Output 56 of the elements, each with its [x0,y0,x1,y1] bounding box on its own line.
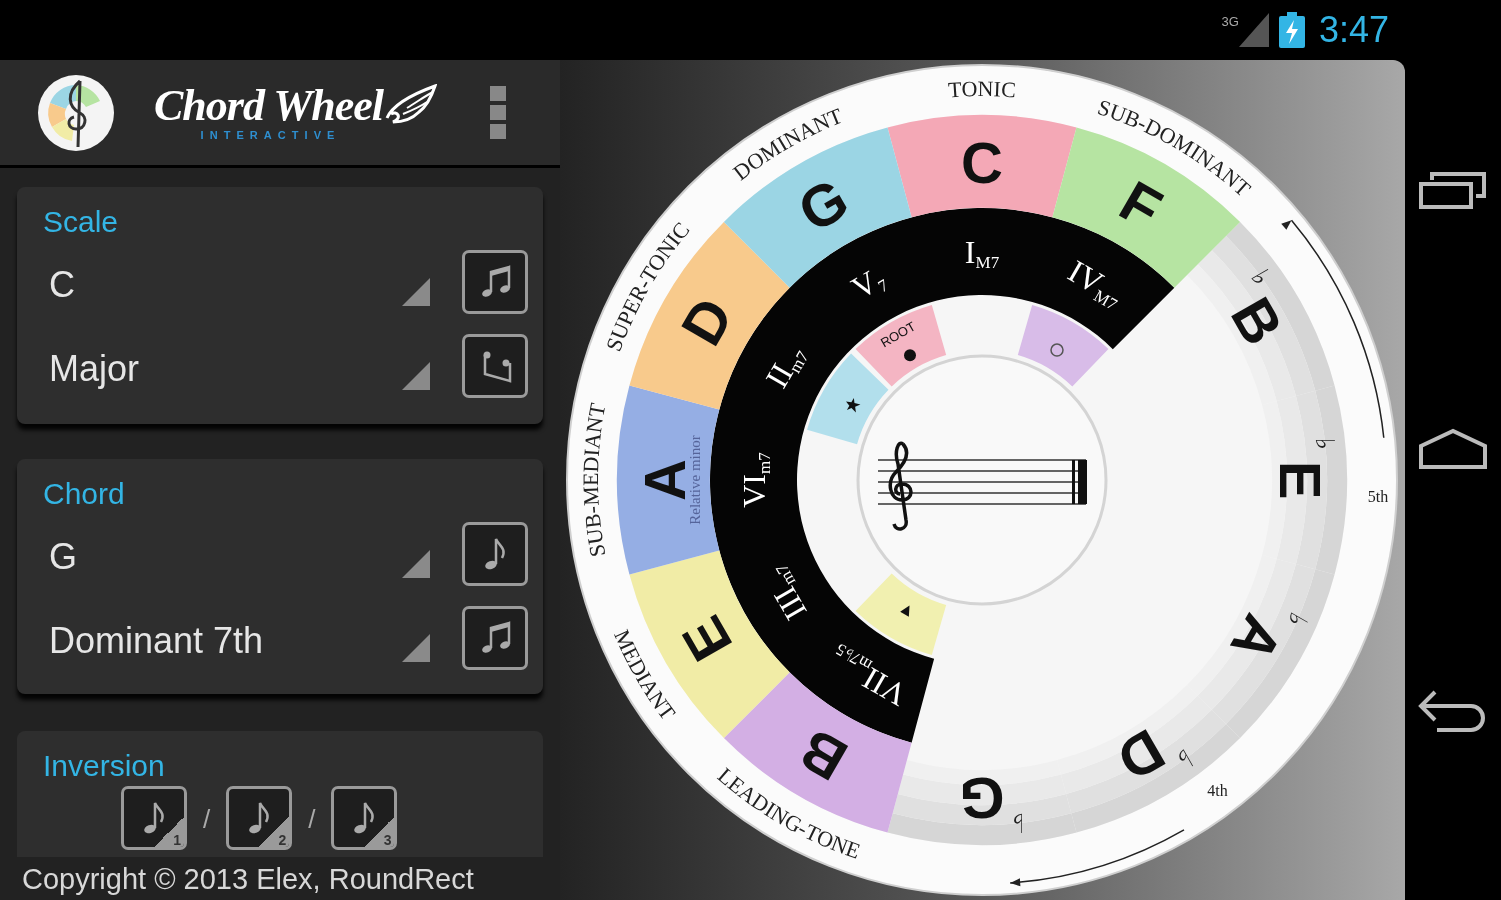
degree-label: TONIC [947,75,1017,103]
play-button[interactable] [462,334,528,398]
dropdown-corner-icon [402,278,430,306]
roman-numeral: IV M7 [1062,252,1121,314]
app-subtitle: INTERACTIVE [200,130,341,141]
dropdown[interactable]: Dominant 7th [43,606,432,670]
flat-sign: ♭ [1011,808,1025,839]
flat-sign: ♭ [1310,437,1341,451]
key-letter[interactable]: G [959,765,1005,831]
inversion-button[interactable]: 2 [226,786,293,850]
dropdown[interactable]: G [43,522,432,586]
dropdown-corner-icon [402,634,430,662]
chord-tone-cell[interactable] [807,353,889,445]
relative-minor-label: Relative minor [687,435,703,525]
home-icon[interactable] [1418,428,1488,470]
roman-numeral: III m7 [766,561,814,627]
roman-numeral: VII m7♭5 [832,639,913,714]
interval-label: 5th [1367,488,1389,505]
recent-apps-icon[interactable] [1418,170,1488,210]
dropdown-corner-icon [402,362,430,390]
network-type: 3G [1221,15,1239,28]
circle-icon [1050,343,1064,357]
separator: / [308,806,316,832]
key-letter[interactable]: E [1267,460,1333,500]
triangle-icon [900,605,910,617]
play-button[interactable] [462,606,528,670]
inversion-button[interactable]: 1 [121,786,187,850]
logo-icon[interactable] [36,72,116,153]
key-letter[interactable]: C [961,129,1003,195]
separator: / [203,806,211,832]
dropdown-corner-icon [402,550,430,578]
key-letter[interactable]: E [668,606,745,672]
key-segment[interactable] [617,385,720,575]
overflow-menu-icon[interactable] [489,85,508,140]
chord-tone-cell[interactable] [855,305,947,387]
battery-icon [1278,12,1305,48]
key-letter[interactable]: G [787,165,859,245]
dropdown[interactable]: C [43,250,432,314]
key-segment[interactable] [887,115,1077,218]
signal-icon [1238,13,1269,47]
section-title: Inversion [43,748,166,784]
dropdown[interactable]: Major [43,334,432,398]
section-title: Chord [43,476,126,512]
roman-numeral: II m7 [758,347,813,394]
inversion-button[interactable]: 3 [331,786,398,850]
clock: 3:47 [1318,12,1389,48]
play-button[interactable] [462,522,528,586]
roman-numeral: V 7 [845,263,892,307]
interval-label: 4th [1207,781,1228,799]
star-icon [846,397,861,413]
play-button[interactable] [462,250,528,314]
app-title: Chord Wheel [154,84,384,128]
dot-icon [904,349,916,362]
flat-sign: ♭ [1281,607,1314,634]
section-title: Scale [43,204,120,240]
roman-numeral: VIm7 [736,452,774,508]
